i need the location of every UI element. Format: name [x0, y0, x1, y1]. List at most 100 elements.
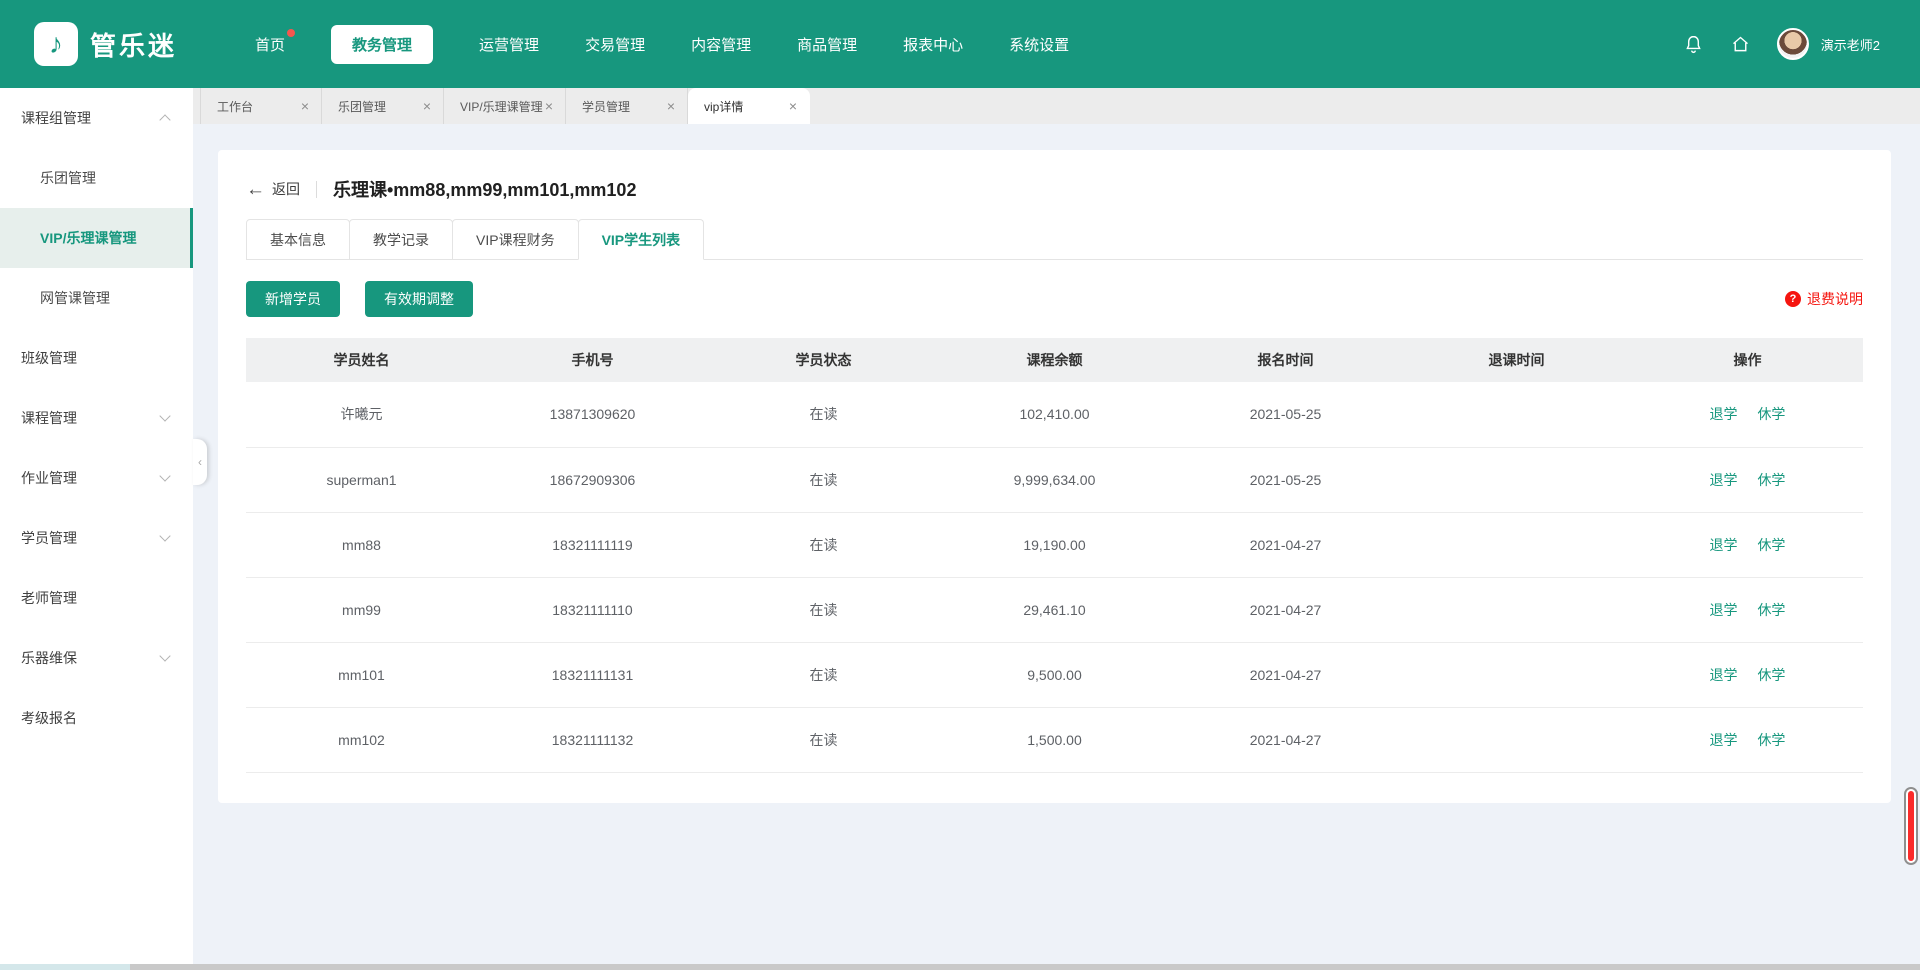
- cell-status: 在读: [708, 577, 939, 642]
- window-tab-band-mgmt[interactable]: 乐团管理 ×: [322, 88, 444, 124]
- nav-item-home[interactable]: 首页: [255, 34, 285, 55]
- nav-item-transaction[interactable]: 交易管理: [585, 34, 645, 55]
- tab-vip-course-finance[interactable]: VIP课程财务: [452, 219, 579, 260]
- cell-enroll-date: 2021-05-25: [1170, 447, 1401, 512]
- sidebar-item-homework-mgmt[interactable]: 作业管理: [0, 448, 193, 508]
- withdraw-link[interactable]: 退学: [1710, 472, 1738, 488]
- chevron-down-icon: [159, 650, 170, 661]
- close-icon[interactable]: ×: [667, 99, 675, 113]
- cell-enroll-date: 2021-04-27: [1170, 512, 1401, 577]
- cell-name: mm102: [246, 707, 477, 772]
- close-icon[interactable]: ×: [545, 99, 553, 113]
- notification-dot: [287, 29, 295, 37]
- refund-note-label: 退费说明: [1807, 289, 1863, 309]
- table-row: 许曦元 13871309620 在读 102,410.00 2021-05-25…: [246, 382, 1863, 447]
- withdraw-link[interactable]: 退学: [1710, 732, 1738, 748]
- cell-balance: 102,410.00: [939, 382, 1170, 447]
- cell-quit-date: [1401, 382, 1632, 447]
- cell-balance: 29,461.10: [939, 577, 1170, 642]
- back-arrow-icon[interactable]: ←: [246, 180, 265, 199]
- suspend-link[interactable]: 休学: [1757, 472, 1785, 488]
- sidebar-item-online-course-mgmt[interactable]: 网管课管理: [0, 268, 193, 328]
- nav-item-product[interactable]: 商品管理: [797, 34, 857, 55]
- tabs-filler: [704, 219, 1863, 260]
- vertical-scrollbar[interactable]: [1904, 787, 1918, 865]
- cell-name: 许曦元: [246, 382, 477, 447]
- nav-item-settings[interactable]: 系统设置: [1009, 34, 1069, 55]
- tab-teaching-records[interactable]: 教学记录: [349, 219, 453, 260]
- nav-item-content[interactable]: 内容管理: [691, 34, 751, 55]
- col-phone: 手机号: [477, 338, 708, 382]
- nav-item-operation[interactable]: 运营管理: [479, 34, 539, 55]
- brand-logo: ♪: [34, 22, 78, 66]
- cell-name: mm99: [246, 577, 477, 642]
- suspend-link[interactable]: 休学: [1757, 406, 1785, 422]
- window-tab-vip-detail[interactable]: vip详情 ×: [688, 88, 810, 124]
- close-icon[interactable]: ×: [789, 99, 797, 113]
- tab-vip-student-list[interactable]: VIP学生列表: [578, 219, 705, 260]
- cell-quit-date: [1401, 642, 1632, 707]
- refund-note-link[interactable]: ? 退费说明: [1785, 289, 1863, 309]
- top-header: ♪ 管乐迷 首页 教务管理 运营管理 交易管理 内容管理 商品管理 报表中心 系…: [0, 0, 1920, 88]
- suspend-link[interactable]: 休学: [1757, 732, 1785, 748]
- sidebar-item-teacher-mgmt[interactable]: 老师管理: [0, 568, 193, 628]
- withdraw-link[interactable]: 退学: [1710, 667, 1738, 683]
- sidebar-item-exam-registration[interactable]: 考级报名: [0, 688, 193, 748]
- sidebar-item-vip-course-mgmt[interactable]: VIP/乐理课管理: [0, 208, 193, 268]
- window-tab-vip-course-mgmt[interactable]: VIP/乐理课管理 ×: [444, 88, 566, 124]
- cell-phone: 18672909306: [477, 447, 708, 512]
- sidebar-item-student-mgmt[interactable]: 学员管理: [0, 508, 193, 568]
- home-icon[interactable]: [1730, 34, 1751, 55]
- col-operations: 操作: [1632, 338, 1863, 382]
- suspend-link[interactable]: 休学: [1757, 667, 1785, 683]
- cell-quit-date: [1401, 512, 1632, 577]
- horizontal-scrollbar-thumb[interactable]: [0, 964, 130, 970]
- back-button[interactable]: 返回: [272, 179, 300, 199]
- window-tab-workbench[interactable]: 工作台 ×: [200, 88, 322, 124]
- user-name[interactable]: 演示老师2: [1821, 35, 1880, 54]
- cell-enroll-date: 2021-05-25: [1170, 382, 1401, 447]
- main-area: ← 返回 乐理课•mm88,mm99,mm101,mm102 基本信息 教学记录…: [193, 124, 1920, 964]
- col-student-name: 学员姓名: [246, 338, 477, 382]
- sidebar-item-course-mgmt[interactable]: 课程管理: [0, 388, 193, 448]
- suspend-link[interactable]: 休学: [1757, 537, 1785, 553]
- sidebar-item-instrument-maintenance[interactable]: 乐器维保: [0, 628, 193, 688]
- col-balance: 课程余额: [939, 338, 1170, 382]
- nav-item-report[interactable]: 报表中心: [903, 34, 963, 55]
- withdraw-link[interactable]: 退学: [1710, 406, 1738, 422]
- vertical-scrollbar-thumb[interactable]: [1908, 791, 1914, 861]
- cell-name: mm88: [246, 512, 477, 577]
- cell-operations: 退学 休学: [1632, 707, 1863, 772]
- window-tabbar: 工作台 × 乐团管理 × VIP/乐理课管理 × 学员管理 × vip详情 ×: [193, 88, 1920, 124]
- cell-balance: 9,999,634.00: [939, 447, 1170, 512]
- add-student-button[interactable]: 新增学员: [246, 281, 340, 317]
- col-enroll-date: 报名时间: [1170, 338, 1401, 382]
- table-row: mm101 18321111131 在读 9,500.00 2021-04-27…: [246, 642, 1863, 707]
- withdraw-link[interactable]: 退学: [1710, 537, 1738, 553]
- adjust-validity-button[interactable]: 有效期调整: [365, 281, 473, 317]
- cell-phone: 13871309620: [477, 382, 708, 447]
- sidebar-collapse-handle[interactable]: ‹: [193, 439, 207, 485]
- close-icon[interactable]: ×: [423, 99, 431, 113]
- window-tab-student-mgmt[interactable]: 学员管理 ×: [566, 88, 688, 124]
- sidebar-item-band-mgmt[interactable]: 乐团管理: [0, 148, 193, 208]
- suspend-link[interactable]: 休学: [1757, 602, 1785, 618]
- divider: [316, 181, 317, 198]
- cell-name: superman1: [246, 447, 477, 512]
- bell-icon[interactable]: [1683, 34, 1704, 55]
- tab-basic-info[interactable]: 基本信息: [246, 219, 350, 260]
- sidebar-item-course-group-mgmt[interactable]: 课程组管理: [0, 88, 193, 148]
- cell-operations: 退学 休学: [1632, 382, 1863, 447]
- avatar[interactable]: [1777, 28, 1809, 60]
- sidebar-item-class-mgmt[interactable]: 班级管理: [0, 328, 193, 388]
- horizontal-scrollbar[interactable]: [0, 964, 1920, 970]
- cell-operations: 退学 休学: [1632, 642, 1863, 707]
- close-icon[interactable]: ×: [301, 99, 309, 113]
- nav-item-academic[interactable]: 教务管理: [331, 25, 433, 64]
- cell-operations: 退学 休学: [1632, 512, 1863, 577]
- cell-phone: 18321111119: [477, 512, 708, 577]
- withdraw-link[interactable]: 退学: [1710, 602, 1738, 618]
- table-row: mm88 18321111119 在读 19,190.00 2021-04-27…: [246, 512, 1863, 577]
- cell-enroll-date: 2021-04-27: [1170, 577, 1401, 642]
- back-row: ← 返回 乐理课•mm88,mm99,mm101,mm102: [246, 176, 1863, 202]
